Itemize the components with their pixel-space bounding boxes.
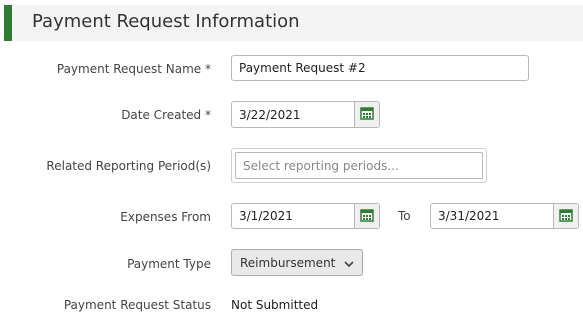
section-header: Payment Request Information (4, 5, 583, 41)
calendar-icon (559, 207, 573, 226)
date-created-input[interactable]: 3/22/2021 (232, 102, 354, 127)
date-created-calendar-button[interactable] (354, 102, 379, 127)
payment-type-value: Reimbursement (240, 255, 336, 270)
reporting-periods-multiselect[interactable]: Select reporting periods... (231, 148, 487, 183)
chevron-down-icon (344, 256, 354, 270)
expenses-from-calendar-button[interactable] (354, 204, 379, 228)
expenses-to-input[interactable]: 3/31/2021 (431, 204, 553, 228)
expenses-to-picker[interactable]: 3/31/2021 (430, 203, 579, 229)
payment-request-status-value: Not Submitted (231, 298, 319, 312)
payment-request-name-label: Payment Request Name * (56, 62, 211, 76)
date-created-picker[interactable]: 3/22/2021 (231, 101, 380, 128)
calendar-icon (360, 207, 374, 226)
expenses-from-label: Expenses From (120, 210, 211, 224)
reporting-periods-label: Related Reporting Period(s) (46, 159, 211, 173)
payment-type-select[interactable]: Reimbursement (231, 249, 363, 276)
reporting-periods-input[interactable]: Select reporting periods... (235, 152, 483, 179)
expenses-from-picker[interactable]: 3/1/2021 (231, 203, 380, 229)
payment-request-status-label: Payment Request Status (63, 298, 211, 312)
section-accent-bar (4, 5, 12, 41)
date-created-label: Date Created * (121, 108, 211, 122)
expenses-to-label: To (398, 209, 411, 223)
payment-type-label: Payment Type (127, 257, 211, 271)
calendar-icon (360, 105, 374, 124)
expenses-from-input[interactable]: 3/1/2021 (232, 204, 354, 228)
payment-request-name-input[interactable]: Payment Request #2 (231, 55, 529, 81)
expenses-to-calendar-button[interactable] (553, 204, 578, 228)
section-title: Payment Request Information (32, 11, 300, 32)
